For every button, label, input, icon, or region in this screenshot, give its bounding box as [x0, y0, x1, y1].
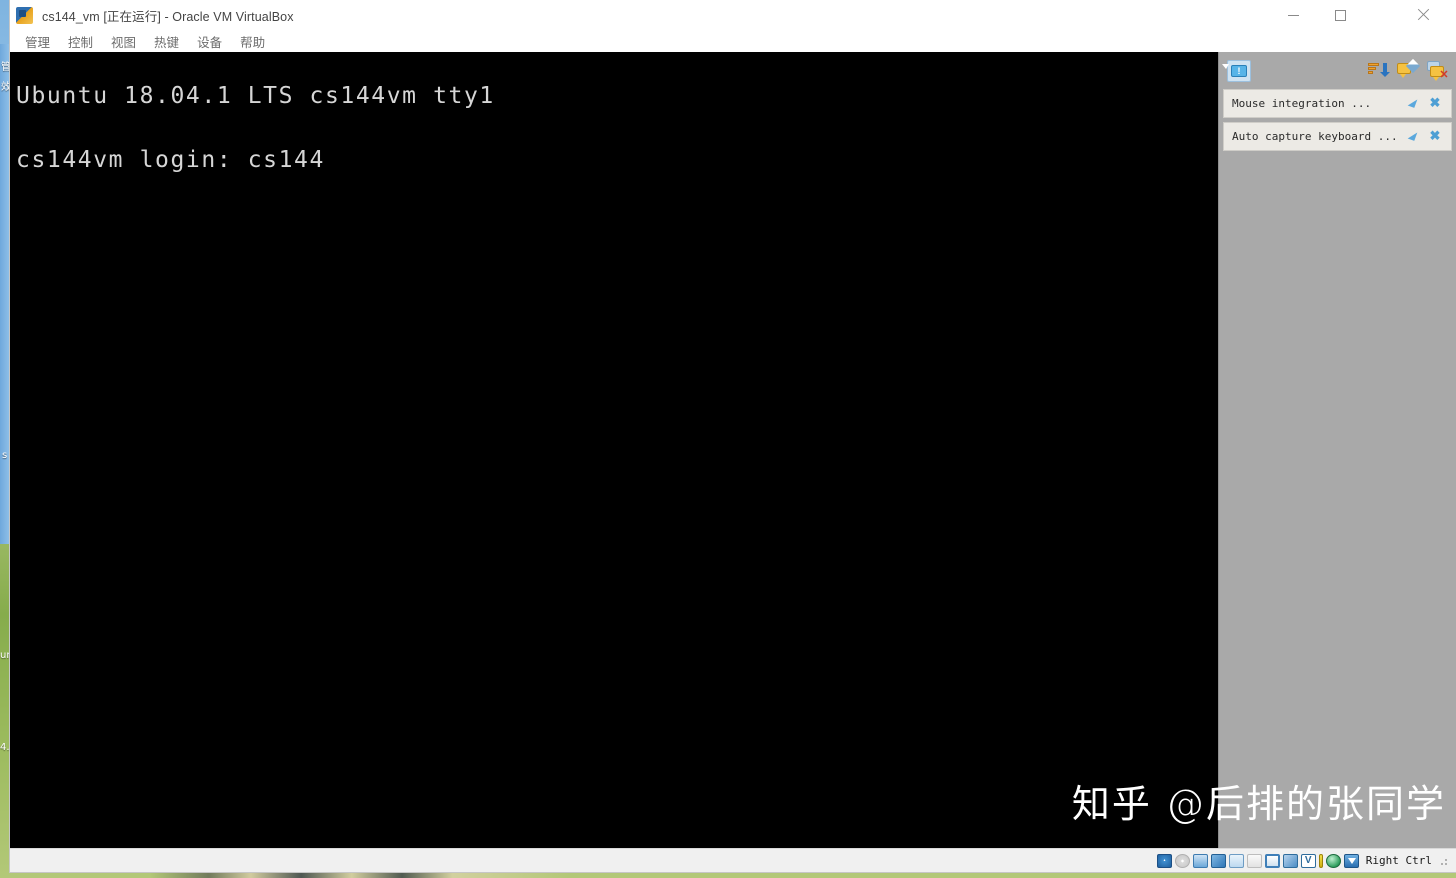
- close-icon: [1417, 9, 1429, 21]
- virtualbox-icon: [16, 6, 33, 24]
- close-icon[interactable]: ✖: [1425, 95, 1445, 113]
- floppy-drive-icon[interactable]: [1192, 853, 1208, 868]
- sort-descending-icon[interactable]: [1367, 61, 1390, 80]
- close-icon[interactable]: ✖: [1425, 128, 1445, 146]
- close-x-shape: ✕: [1439, 69, 1449, 81]
- menu-item-view[interactable]: 视图: [102, 30, 145, 53]
- vm-screen-area: Ubuntu 18.04.1 LTS cs144vm tty1 cs144vm …: [10, 52, 1456, 848]
- menu-item-devices[interactable]: 设备: [188, 30, 231, 53]
- shared-folders-icon[interactable]: [1246, 853, 1262, 868]
- maximize-icon: [1334, 9, 1346, 21]
- keep-message-icon[interactable]: [1397, 58, 1421, 80]
- network-adapter-icon[interactable]: [1210, 853, 1226, 868]
- host-key-label: Right Ctrl: [1365, 854, 1432, 867]
- menu-item-control[interactable]: 控制: [59, 30, 102, 53]
- close-x-shape: ✖: [1429, 94, 1441, 110]
- resize-grip-icon[interactable]: [1440, 855, 1450, 866]
- virtualbox-window: cs144_vm [正在运行] - Oracle VM VirtualBox 管…: [10, 0, 1456, 872]
- guest-terminal[interactable]: Ubuntu 18.04.1 LTS cs144vm tty1 cs144vm …: [10, 52, 1218, 848]
- minimize-button[interactable]: [1270, 0, 1316, 30]
- host-key-arrow-icon[interactable]: [1343, 853, 1359, 868]
- close-button[interactable]: [1400, 0, 1446, 30]
- notification-item-auto-capture-keyboard[interactable]: Auto capture keyboard ... ✖: [1223, 122, 1452, 151]
- menu-item-manage[interactable]: 管理: [16, 30, 59, 53]
- menu-item-help[interactable]: 帮助: [231, 30, 274, 53]
- menu-bar: 管理 控制 视图 热键 设备 帮助: [10, 30, 1456, 52]
- video-capture-icon[interactable]: [1282, 853, 1298, 868]
- window-title: cs144_vm [正在运行] - Oracle VM VirtualBox: [42, 9, 294, 24]
- sort-bars-shape: [1368, 63, 1379, 75]
- info-bubble-icon[interactable]: !: [1227, 59, 1251, 82]
- vm-status-bar: V Right Ctrl: [10, 848, 1456, 872]
- globe-icon[interactable]: [1325, 853, 1341, 868]
- activity-bar-icon: [1318, 853, 1323, 868]
- cursor-shape: [1407, 96, 1418, 108]
- hard-disk-icon[interactable]: [1156, 853, 1172, 868]
- terminal-line: cs144vm login: cs144: [16, 147, 325, 173]
- notification-text: Mouse integration ...: [1232, 97, 1372, 110]
- arrow-down-shape: [1380, 63, 1390, 77]
- bubble-shape: !: [1231, 64, 1247, 77]
- cursor-shape: [1407, 129, 1418, 141]
- close-x-shape: ✖: [1429, 127, 1441, 143]
- title-bar: cs144_vm [正在运行] - Oracle VM VirtualBox: [10, 0, 1456, 30]
- desktop-glyph: s: [2, 450, 8, 461]
- vrde-server-icon[interactable]: V: [1300, 853, 1316, 868]
- desktop-glyph: 4.: [0, 742, 10, 753]
- notification-panel: ! ✕ Mouse integration ... ✖ Auto capture…: [1218, 52, 1456, 848]
- notification-text: Auto capture keyboard ...: [1232, 130, 1398, 143]
- display-icon[interactable]: [1264, 853, 1280, 868]
- terminal-line: Ubuntu 18.04.1 LTS cs144vm tty1: [16, 83, 495, 109]
- dismiss-all-messages-icon[interactable]: ✕: [1427, 61, 1449, 81]
- minimize-icon: [1287, 14, 1299, 16]
- menu-item-hotkey[interactable]: 热键: [145, 30, 188, 53]
- maximize-button[interactable]: [1317, 0, 1363, 30]
- cursor-icon[interactable]: [1405, 95, 1425, 113]
- notification-item-mouse-integration[interactable]: Mouse integration ... ✖: [1223, 89, 1452, 118]
- cursor-icon[interactable]: [1405, 128, 1425, 146]
- optical-drive-icon[interactable]: [1174, 853, 1190, 868]
- notification-toolbar: ! ✕: [1223, 56, 1452, 85]
- usb-icon[interactable]: [1228, 853, 1244, 868]
